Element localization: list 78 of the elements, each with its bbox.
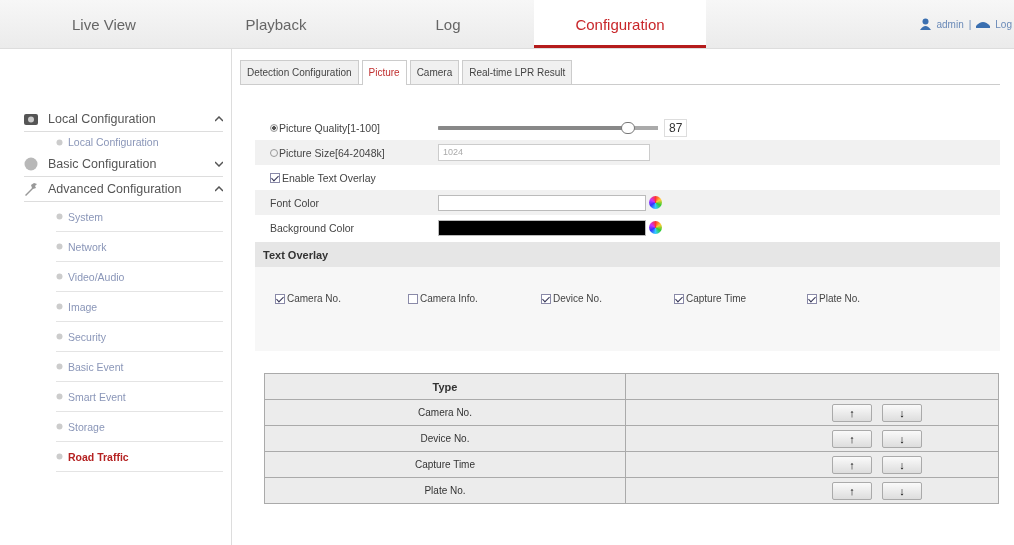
- section-title: Text Overlay: [263, 248, 329, 261]
- user-icon: [920, 18, 932, 30]
- tab[interactable]: Real-time LPR Result: [462, 60, 573, 84]
- logout-icon: [976, 20, 991, 28]
- bullet-icon: [56, 453, 63, 460]
- sidebar-item[interactable]: Network: [68, 240, 107, 253]
- slider-value: 87: [664, 118, 688, 137]
- field-label: Picture Quality[1-100]: [279, 121, 380, 134]
- bullet-icon: [56, 243, 63, 250]
- separator: |: [968, 18, 972, 30]
- color-wheel-icon[interactable]: [649, 196, 662, 209]
- sidebar-item[interactable]: Basic Event: [68, 360, 124, 373]
- sidebar-item[interactable]: Image: [68, 300, 98, 313]
- move-up-button[interactable]: ↑: [832, 429, 872, 448]
- checkbox[interactable]: [674, 293, 684, 304]
- move-down-button[interactable]: ↓: [882, 403, 922, 422]
- checkbox-label: Device No.: [553, 293, 602, 304]
- bullet-icon: [56, 333, 63, 340]
- nav-tab[interactable]: Live View: [18, 0, 190, 48]
- table-cell: Plate No.: [264, 477, 626, 504]
- username: admin: [936, 18, 964, 30]
- chevron-icon[interactable]: [215, 186, 223, 192]
- bullet-icon: [56, 303, 63, 310]
- tab[interactable]: Camera: [409, 60, 460, 84]
- nav-tab[interactable]: Log: [362, 0, 534, 48]
- move-up-button[interactable]: ↑: [832, 481, 872, 500]
- move-up-button[interactable]: ↑: [832, 455, 872, 474]
- tab[interactable]: Picture: [361, 60, 407, 85]
- table-cell: Device No.: [264, 425, 626, 452]
- field-label: Font Color: [270, 196, 321, 209]
- color-field[interactable]: [438, 194, 646, 211]
- move-up-button[interactable]: ↑: [832, 403, 872, 422]
- sidebar-group[interactable]: Advanced Configuration: [48, 182, 205, 196]
- color-wheel-icon[interactable]: [649, 221, 662, 234]
- sidebar-item[interactable]: Local Configuration: [68, 136, 159, 148]
- chevron-icon[interactable]: [215, 116, 223, 122]
- chevron-icon[interactable]: [215, 161, 223, 167]
- bullet-icon: [56, 393, 63, 400]
- sidebar-item[interactable]: Video/Audio: [68, 270, 125, 283]
- checkbox[interactable]: [807, 293, 817, 304]
- sidebar-item[interactable]: Storage: [68, 420, 105, 433]
- wrench-icon: [24, 182, 38, 196]
- checkbox[interactable]: [275, 293, 285, 304]
- field-label: Background Color: [270, 221, 356, 234]
- checkbox[interactable]: [270, 172, 280, 183]
- move-down-button[interactable]: ↓: [882, 481, 922, 500]
- bullet-icon: [56, 423, 63, 430]
- tab[interactable]: Detection Configuration: [240, 60, 359, 84]
- table-cell: Capture Time: [264, 451, 626, 478]
- color-field[interactable]: [438, 219, 646, 236]
- checkbox-label: Plate No.: [819, 293, 861, 304]
- slider-thumb[interactable]: [621, 121, 636, 134]
- radio-button[interactable]: [270, 123, 278, 132]
- checkbox-label: Camera Info.: [420, 293, 478, 304]
- sidebar-item[interactable]: Road Traffic: [68, 450, 129, 463]
- logout-link[interactable]: Log: [995, 18, 1012, 30]
- camera-icon: [24, 112, 38, 126]
- bullet-icon: [56, 273, 63, 280]
- checkbox[interactable]: [541, 293, 551, 304]
- bullet-icon: [56, 138, 63, 146]
- sidebar-item[interactable]: System: [68, 210, 103, 223]
- move-down-button[interactable]: ↓: [882, 455, 922, 474]
- move-down-button[interactable]: ↓: [882, 429, 922, 448]
- checkbox-label: Capture Time: [686, 293, 747, 304]
- nav-tab[interactable]: Playback: [190, 0, 362, 48]
- checkbox[interactable]: [408, 293, 418, 304]
- table-cell: Camera No.: [264, 399, 626, 426]
- sidebar-group[interactable]: Basic Configuration: [48, 157, 205, 171]
- column-header: Type: [264, 373, 626, 400]
- nav-tab[interactable]: Configuration: [534, 0, 706, 48]
- bullet-icon: [56, 213, 63, 220]
- checkbox-label: Camera No.: [287, 293, 341, 304]
- sidebar-item[interactable]: Security: [68, 330, 106, 343]
- bullet-icon: [56, 363, 63, 370]
- sidebar-item[interactable]: Smart Event: [68, 390, 126, 403]
- checkbox-label: Enable Text Overlay: [282, 171, 376, 184]
- sidebar-group[interactable]: Local Configuration: [48, 112, 205, 126]
- field-label: Picture Size[64-2048k]: [279, 146, 385, 159]
